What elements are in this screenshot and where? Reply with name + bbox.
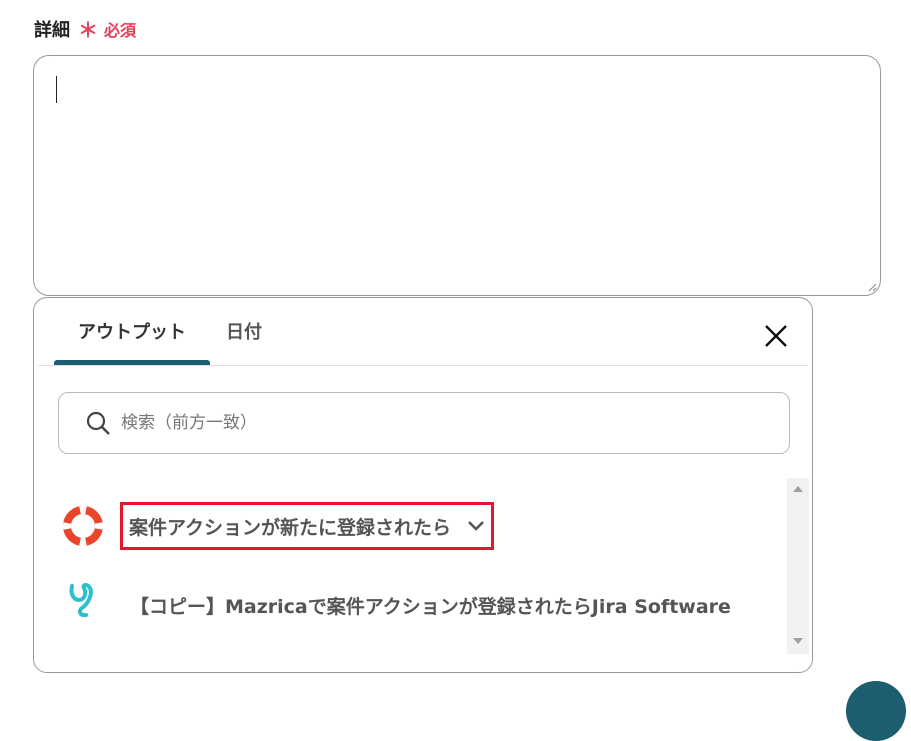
search-icon: [86, 411, 110, 435]
search-box[interactable]: [58, 392, 790, 454]
field-label: 詳細 ＊ 必須: [34, 14, 136, 43]
scroll-up-icon[interactable]: [793, 486, 803, 492]
text-caret: [56, 76, 57, 103]
yoom-logo-icon: [69, 583, 93, 618]
field-label-text: 詳細: [34, 19, 70, 41]
required-asterisk-icon: ＊: [78, 18, 98, 42]
tab-output[interactable]: アウトプット: [54, 298, 210, 365]
highlighted-trigger-item[interactable]: 案件アクションが新たに登録されたら: [120, 502, 495, 550]
variable-picker-popup: アウトプット 日付 案件アクションが新たに登録されたら: [33, 297, 813, 673]
scroll-down-icon[interactable]: [793, 638, 803, 644]
list-item-label: 【コピー】Mazricaで案件アクションが登録されたらJira Software: [130, 596, 731, 618]
detail-textarea[interactable]: [33, 55, 881, 296]
close-icon[interactable]: [762, 322, 790, 350]
chevron-down-icon[interactable]: [467, 520, 485, 532]
scrollbar[interactable]: [787, 478, 809, 654]
tab-date[interactable]: 日付: [210, 298, 278, 364]
mazrica-lifebuoy-icon: [63, 506, 103, 546]
floating-help-button[interactable]: [846, 681, 906, 741]
tab-bar: アウトプット 日付: [54, 298, 278, 366]
output-list: 案件アクションが新たに登録されたら 【コピー】Mazricaで案件アクションが登…: [34, 478, 794, 658]
search-input[interactable]: [119, 412, 723, 434]
tab-divider: [38, 365, 808, 366]
resize-grip-icon[interactable]: [867, 282, 877, 292]
list-item-label: 案件アクションが新たに登録されたら: [129, 516, 452, 539]
required-text: 必須: [104, 20, 137, 40]
